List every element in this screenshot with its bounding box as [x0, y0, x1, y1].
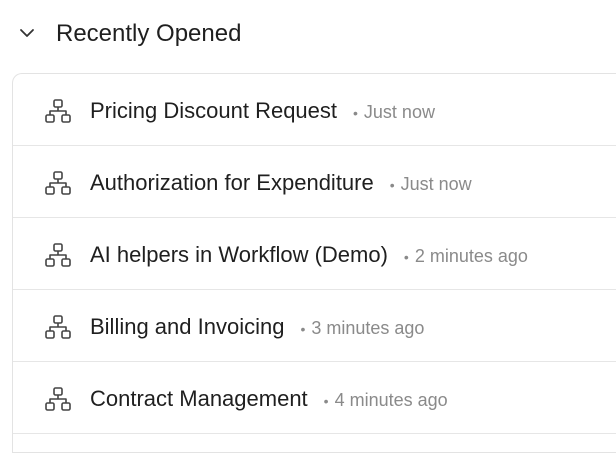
item-timestamp: 2 minutes ago — [414, 246, 528, 266]
list-item[interactable]: Billing and Invoicing • 3 minutes ago — [13, 290, 616, 362]
separator-dot: • — [300, 321, 306, 337]
chevron-down-icon[interactable] — [18, 24, 36, 42]
recently-opened-header[interactable]: Recently Opened — [0, 0, 616, 68]
separator-dot: • — [403, 249, 409, 265]
separator-dot: • — [389, 177, 395, 193]
workflow-icon — [45, 171, 71, 195]
list-item[interactable]: Contract Management • 4 minutes ago — [13, 362, 616, 434]
workflow-icon — [45, 99, 71, 123]
workflow-icon — [45, 243, 71, 267]
item-name[interactable]: Contract Management — [90, 384, 308, 414]
list-item[interactable]: AI helpers in Workflow (Demo) • 2 minute… — [13, 218, 616, 290]
separator-dot: • — [353, 105, 358, 121]
recent-items-list: Pricing Discount Request • Just now Auth… — [12, 73, 616, 453]
item-name[interactable]: Billing and Invoicing — [90, 312, 284, 342]
item-timestamp: Just now — [400, 174, 472, 194]
item-name[interactable]: Pricing Discount Request — [90, 96, 337, 126]
separator-dot: • — [323, 393, 329, 409]
item-timestamp: Just now — [363, 102, 435, 122]
workflow-icon — [45, 315, 71, 339]
item-timestamp: 4 minutes ago — [334, 390, 448, 410]
item-name[interactable]: AI helpers in Workflow (Demo) — [90, 240, 388, 270]
item-timestamp: 3 minutes ago — [311, 318, 425, 338]
workflow-icon — [45, 387, 71, 411]
list-item[interactable]: Pricing Discount Request • Just now — [13, 74, 616, 146]
section-title: Recently Opened — [56, 20, 242, 47]
list-item[interactable]: Authorization for Expenditure • Just now — [13, 146, 616, 218]
item-name[interactable]: Authorization for Expenditure — [90, 168, 374, 198]
